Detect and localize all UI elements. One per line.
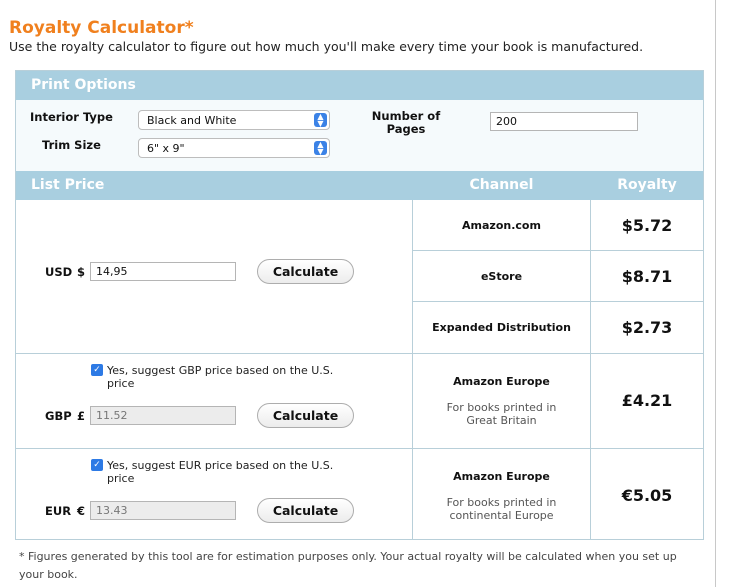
gbp-symbol: £ bbox=[77, 409, 86, 423]
page-right-border bbox=[715, 0, 716, 587]
channel-note-eu-line2: continental Europe bbox=[449, 509, 554, 522]
eur-suggest-label-line1: Yes, suggest EUR price based on the U.S. bbox=[107, 459, 334, 472]
page-title: Royalty Calculator* bbox=[9, 18, 194, 38]
estimation-footnote: * Figures generated by this tool are for… bbox=[19, 548, 709, 584]
channel-amazon-europe-gb: Amazon Europe bbox=[453, 375, 550, 388]
royalty-expanded-distribution: $2.73 bbox=[621, 318, 673, 337]
footnote-line2: your book. bbox=[19, 568, 78, 581]
channel-expanded-distribution: Expanded Distribution bbox=[432, 321, 571, 334]
channel-amazon-europe-eu: Amazon Europe bbox=[453, 470, 550, 483]
interior-type-label: Interior Type bbox=[30, 110, 113, 124]
royalty-amazon-europe-eu: €5.05 bbox=[621, 486, 673, 505]
number-of-pages-label: Number of Pages bbox=[366, 110, 446, 136]
channel-note-eu: For books printed in continental Europe bbox=[413, 496, 590, 522]
row-divider-eur bbox=[16, 448, 703, 449]
column-divider-channel bbox=[412, 200, 413, 540]
channel-note-gb-line1: For books printed in bbox=[446, 401, 557, 414]
trim-size-select[interactable]: 6" x 9" ▲ ▼ bbox=[138, 138, 330, 158]
row-divider-expanded bbox=[413, 301, 703, 302]
results-table-header: List Price Channel Royalty bbox=[16, 171, 703, 200]
trim-size-label: Trim Size bbox=[42, 138, 101, 152]
usd-label: USD bbox=[45, 265, 73, 279]
select-arrows-icon: ▲ ▼ bbox=[314, 113, 327, 128]
print-options-title: Print Options bbox=[31, 77, 136, 93]
number-of-pages-label-line2: Pages bbox=[386, 122, 426, 136]
eur-label: EUR bbox=[45, 504, 72, 518]
interior-type-value: Black and White bbox=[147, 114, 237, 127]
royalty-amazon-com: $5.72 bbox=[621, 216, 673, 235]
gbp-label: GBP bbox=[45, 409, 72, 423]
eur-calculate-button[interactable]: Calculate bbox=[257, 498, 354, 523]
footnote-line1: * Figures generated by this tool are for… bbox=[19, 550, 677, 563]
channel-heading: Channel bbox=[469, 177, 534, 193]
royalty-amazon-europe-gb: £4.21 bbox=[621, 391, 673, 410]
gbp-suggest-checkbox[interactable]: ✓ bbox=[91, 364, 103, 376]
gbp-suggest-label: Yes, suggest GBP price based on the U.S.… bbox=[107, 364, 333, 390]
eur-suggest-checkbox[interactable]: ✓ bbox=[91, 459, 103, 471]
gbp-suggest-label-line1: Yes, suggest GBP price based on the U.S. bbox=[107, 364, 334, 377]
usd-price-input[interactable]: 14,95 bbox=[90, 262, 236, 281]
channel-note-gb-line2: Great Britain bbox=[466, 414, 537, 427]
channel-note-gb: For books printed in Great Britain bbox=[413, 401, 590, 427]
row-divider-estore bbox=[413, 250, 703, 251]
eur-price-input[interactable]: 13.43 bbox=[90, 501, 236, 520]
gbp-price-input[interactable]: 11.52 bbox=[90, 406, 236, 425]
usd-symbol: $ bbox=[77, 265, 86, 279]
eur-suggest-label-line2: price bbox=[107, 472, 135, 485]
eur-symbol: € bbox=[77, 504, 86, 518]
eur-suggest-label: Yes, suggest EUR price based on the U.S.… bbox=[107, 459, 333, 485]
usd-calculate-button[interactable]: Calculate bbox=[257, 259, 354, 284]
royalty-estore: $8.71 bbox=[621, 267, 673, 286]
royalty-calculator-panel: Print Options Interior Type Black and Wh… bbox=[15, 70, 704, 540]
print-options-section: Interior Type Black and White ▲ ▼ Trim Si… bbox=[16, 100, 703, 171]
channel-note-eu-line1: For books printed in bbox=[446, 496, 557, 509]
royalty-heading: Royalty bbox=[617, 177, 677, 193]
number-of-pages-input[interactable]: 200 bbox=[490, 112, 638, 131]
interior-type-select[interactable]: Black and White ▲ ▼ bbox=[138, 110, 330, 130]
select-arrows-icon: ▲ ▼ bbox=[314, 141, 327, 156]
channel-amazon-com: Amazon.com bbox=[462, 219, 541, 232]
row-divider-gbp bbox=[16, 353, 703, 354]
gbp-calculate-button[interactable]: Calculate bbox=[257, 403, 354, 428]
page-subtitle: Use the royalty calculator to figure out… bbox=[9, 39, 644, 54]
list-price-heading: List Price bbox=[31, 177, 105, 193]
channel-estore: eStore bbox=[480, 270, 523, 283]
trim-size-value: 6" x 9" bbox=[147, 142, 185, 155]
print-options-header: Print Options bbox=[16, 71, 703, 100]
gbp-suggest-label-line2: price bbox=[107, 377, 135, 390]
